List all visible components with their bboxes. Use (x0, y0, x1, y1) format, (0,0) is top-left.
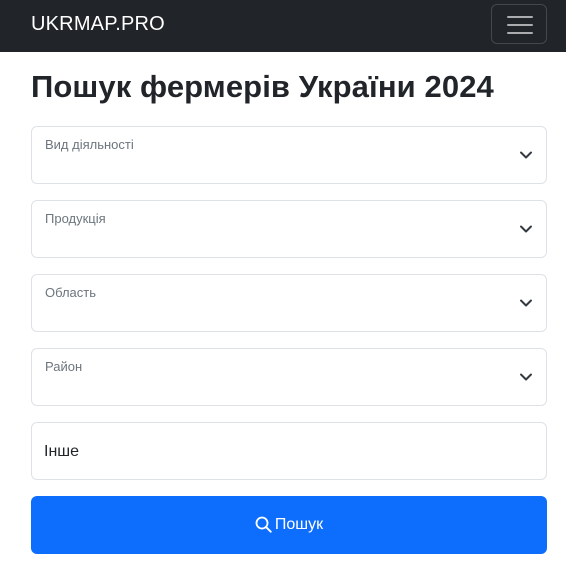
chevron-down-icon (520, 151, 532, 159)
activity-type-label: Вид діяльності (45, 137, 134, 152)
chevron-down-icon (520, 299, 532, 307)
search-button-label: Пошук (274, 516, 324, 533)
hamburger-menu-icon (507, 16, 533, 18)
navbar-toggle-button[interactable] (491, 4, 547, 44)
hamburger-menu-icon-bar (507, 32, 533, 34)
other-input[interactable]: Інше (31, 422, 547, 480)
page-title: Пошук фермерів України 2024 (31, 69, 494, 104)
product-label: Продукція (45, 211, 106, 226)
search-button[interactable]: Пошук (31, 496, 547, 554)
brand-logo-link[interactable]: UKRMAP.PRO (31, 13, 165, 36)
product-select[interactable]: Продукція (31, 200, 547, 258)
chevron-down-icon (520, 373, 532, 381)
chevron-down-icon (520, 225, 532, 233)
region-select[interactable]: Область (31, 274, 547, 332)
district-select[interactable]: Район (31, 348, 547, 406)
activity-type-select[interactable]: Вид діяльності (31, 126, 547, 184)
search-icon (255, 516, 272, 533)
hamburger-menu-icon-bar (507, 24, 533, 26)
region-label: Область (45, 285, 97, 300)
other-input-value: Інше (44, 443, 80, 460)
navbar: UKRMAP.PRO (0, 0, 566, 52)
district-label: Район (45, 359, 83, 374)
